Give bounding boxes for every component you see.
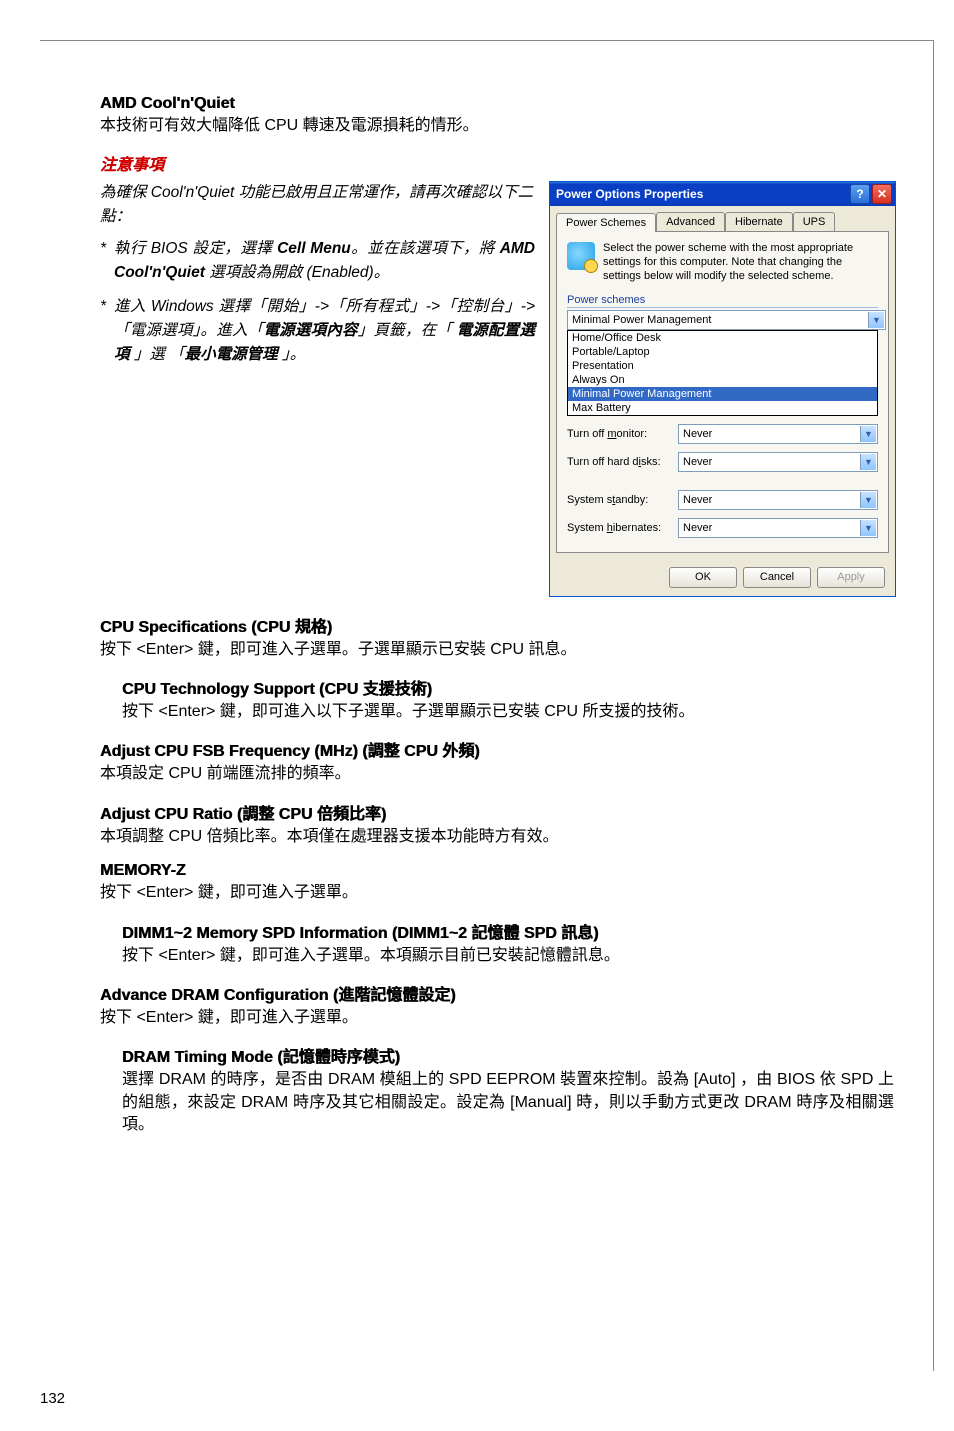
power-icon — [567, 242, 595, 270]
tab-power-schemes[interactable]: Power Schemes — [556, 213, 656, 232]
combo-system-hibernates-value: Never — [683, 522, 712, 534]
chevron-down-icon[interactable]: ▼ — [860, 492, 876, 508]
tab-ups[interactable]: UPS — [793, 212, 836, 231]
combo-system-hibernates[interactable]: Never ▼ — [678, 518, 878, 538]
page-number: 132 — [40, 1390, 65, 1407]
combo-turn-off-monitor-value: Never — [683, 428, 712, 440]
combo-turn-off-hard-disks[interactable]: Never ▼ — [678, 452, 878, 472]
chevron-down-icon[interactable]: ▼ — [860, 426, 876, 442]
page-border — [40, 40, 934, 1371]
scheme-combo-value: Minimal Power Management — [572, 314, 711, 326]
tab-hibernate[interactable]: Hibernate — [725, 212, 793, 231]
combo-system-standby-value: Never — [683, 494, 712, 506]
chevron-down-icon[interactable]: ▼ — [860, 454, 876, 470]
chevron-down-icon[interactable]: ▼ — [860, 520, 876, 536]
scheme-combo[interactable]: Minimal Power Management ▼ — [567, 310, 886, 330]
chevron-down-icon[interactable]: ▼ — [868, 312, 884, 328]
combo-turn-off-monitor[interactable]: Never ▼ — [678, 424, 878, 444]
combo-turn-off-hard-disks-value: Never — [683, 456, 712, 468]
tab-advanced[interactable]: Advanced — [656, 212, 725, 231]
combo-system-standby[interactable]: Never ▼ — [678, 490, 878, 510]
